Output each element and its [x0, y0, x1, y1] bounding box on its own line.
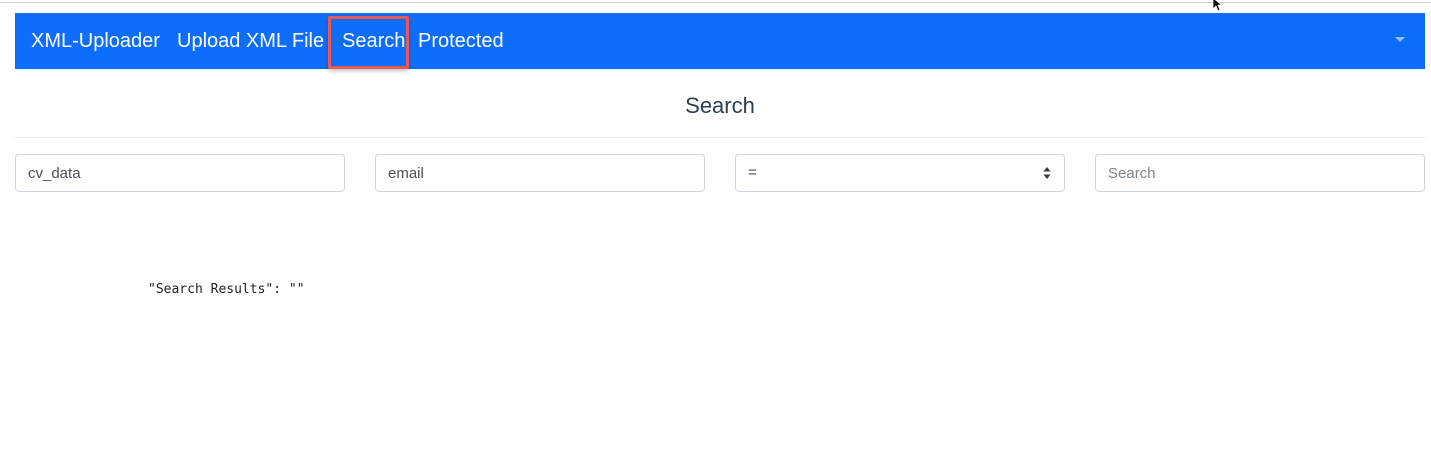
- field-name-input[interactable]: [375, 154, 705, 192]
- operator-select[interactable]: =: [735, 154, 1065, 192]
- collection-input[interactable]: [15, 154, 345, 192]
- navbar-brand[interactable]: XML-Uploader: [31, 27, 160, 55]
- chevron-down-icon[interactable]: [1395, 37, 1405, 42]
- search-results: "Search Results": "": [148, 282, 305, 297]
- highlight-box: [328, 16, 409, 69]
- mouse-cursor-icon: [1212, 0, 1224, 12]
- nav-link-protected[interactable]: Protected: [418, 27, 504, 55]
- nav-link-upload-xml-file[interactable]: Upload XML File: [177, 27, 324, 55]
- search-query-input[interactable]: [1095, 154, 1425, 192]
- page-title: Search: [685, 93, 755, 118]
- divider: [15, 137, 1425, 138]
- navbar: XML-Uploader Upload XML File Search Prot…: [15, 13, 1425, 69]
